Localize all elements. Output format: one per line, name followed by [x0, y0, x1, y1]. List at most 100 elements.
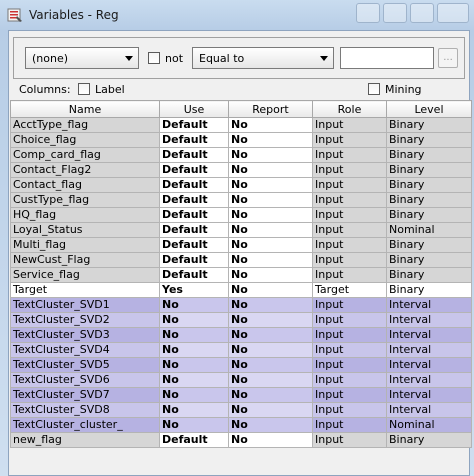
cell-use[interactable]: No: [159, 297, 229, 313]
not-checkbox[interactable]: [148, 52, 160, 64]
cell-level: Binary: [386, 282, 472, 298]
cell-use[interactable]: No: [159, 327, 229, 343]
table-row[interactable]: HQ_flag Default No Input Binary: [10, 207, 472, 223]
cell-report[interactable]: No: [228, 117, 313, 133]
table-row[interactable]: TextCluster_SVD5 No No Input Interval: [10, 357, 472, 373]
table-row[interactable]: Multi_flag Default No Input Binary: [10, 237, 472, 253]
table-row[interactable]: Choice_flag Default No Input Binary: [10, 132, 472, 148]
table-row[interactable]: Service_flag Default No Input Binary: [10, 267, 472, 283]
cell-use[interactable]: Default: [159, 147, 229, 163]
header-report[interactable]: Report: [228, 100, 313, 118]
cell-report[interactable]: No: [228, 387, 313, 403]
header-name[interactable]: Name: [10, 100, 160, 118]
table-row[interactable]: Loyal_Status Default No Input Nominal: [10, 222, 472, 238]
table-row[interactable]: new_flag Default No Input Binary: [10, 432, 472, 448]
columns-label: Columns:: [19, 83, 71, 96]
cell-report[interactable]: No: [228, 207, 313, 223]
table-row[interactable]: TextCluster_SVD3 No No Input Interval: [10, 327, 472, 343]
cell-use[interactable]: Yes: [159, 282, 229, 298]
cell-report[interactable]: No: [228, 282, 313, 298]
table-row[interactable]: Contact_Flag2 Default No Input Binary: [10, 162, 472, 178]
cell-use[interactable]: No: [159, 312, 229, 328]
cell-name: Choice_flag: [10, 132, 160, 148]
table-row[interactable]: TextCluster_SVD1 No No Input Interval: [10, 297, 472, 313]
header-level[interactable]: Level: [386, 100, 472, 118]
cell-use[interactable]: Default: [159, 162, 229, 178]
cell-use[interactable]: No: [159, 357, 229, 373]
cell-name: TextCluster_SVD2: [10, 312, 160, 328]
cell-report[interactable]: No: [228, 177, 313, 193]
cell-report[interactable]: No: [228, 132, 313, 148]
restore-button[interactable]: [410, 3, 434, 23]
cell-role: Input: [312, 162, 387, 178]
cell-report[interactable]: No: [228, 417, 313, 433]
cell-report[interactable]: No: [228, 162, 313, 178]
table-row[interactable]: NewCust_Flag Default No Input Binary: [10, 252, 472, 268]
table-row[interactable]: Comp_card_flag Default No Input Binary: [10, 147, 472, 163]
table-body: AcctType_flag Default No Input Binary Choice…: [10, 117, 472, 448]
cell-use[interactable]: Default: [159, 267, 229, 283]
cell-name: TextCluster_SVD1: [10, 297, 160, 313]
header-role[interactable]: Role: [312, 100, 387, 118]
cell-role: Input: [312, 297, 387, 313]
title-bar[interactable]: Variables - Reg: [0, 0, 474, 30]
close-button[interactable]: [437, 3, 469, 23]
minimize-button[interactable]: [356, 3, 380, 23]
cell-report[interactable]: No: [228, 402, 313, 418]
cell-report[interactable]: No: [228, 237, 313, 253]
cell-use[interactable]: Default: [159, 222, 229, 238]
cell-report[interactable]: No: [228, 357, 313, 373]
cell-report[interactable]: No: [228, 432, 313, 448]
cell-report[interactable]: No: [228, 192, 313, 208]
cell-use[interactable]: Default: [159, 207, 229, 223]
table-row[interactable]: TextCluster_SVD7 No No Input Interval: [10, 387, 472, 403]
cell-use[interactable]: No: [159, 417, 229, 433]
cell-use[interactable]: Default: [159, 192, 229, 208]
table-row[interactable]: Contact_flag Default No Input Binary: [10, 177, 472, 193]
chevron-down-icon: [125, 56, 133, 61]
cell-name: new_flag: [10, 432, 160, 448]
cell-name: TextCluster_SVD5: [10, 357, 160, 373]
table-row[interactable]: TextCluster_cluster_ No No Input Nominal: [10, 417, 472, 433]
cell-report[interactable]: No: [228, 312, 313, 328]
cell-report[interactable]: No: [228, 267, 313, 283]
cell-role: Input: [312, 252, 387, 268]
table-row[interactable]: TextCluster_SVD6 No No Input Interval: [10, 372, 472, 388]
table-row[interactable]: AcctType_flag Default No Input Binary: [10, 117, 472, 133]
cell-name: Target: [10, 282, 160, 298]
cell-use[interactable]: Default: [159, 252, 229, 268]
table-row[interactable]: Target Yes No Target Binary: [10, 282, 472, 298]
operator-select[interactable]: Equal to: [192, 47, 334, 69]
header-use[interactable]: Use: [159, 100, 229, 118]
cell-name: Multi_flag: [10, 237, 160, 253]
cell-use[interactable]: No: [159, 387, 229, 403]
cell-report[interactable]: No: [228, 147, 313, 163]
cell-report[interactable]: No: [228, 342, 313, 358]
cell-report[interactable]: No: [228, 297, 313, 313]
cell-report[interactable]: No: [228, 372, 313, 388]
cell-use[interactable]: No: [159, 372, 229, 388]
filter-value-input[interactable]: [340, 47, 434, 69]
cell-use[interactable]: Default: [159, 132, 229, 148]
table-row[interactable]: TextCluster_SVD2 No No Input Interval: [10, 312, 472, 328]
table-row[interactable]: TextCluster_SVD4 No No Input Interval: [10, 342, 472, 358]
table-row[interactable]: TextCluster_SVD8 No No Input Interval: [10, 402, 472, 418]
cell-report[interactable]: No: [228, 252, 313, 268]
cell-use[interactable]: Default: [159, 117, 229, 133]
mining-checkbox[interactable]: [368, 83, 380, 95]
maximize-button[interactable]: [383, 3, 407, 23]
column-filter-select[interactable]: (none): [25, 47, 139, 69]
cell-report[interactable]: No: [228, 327, 313, 343]
label-checkbox[interactable]: [78, 83, 90, 95]
cell-report[interactable]: No: [228, 222, 313, 238]
cell-use[interactable]: Default: [159, 432, 229, 448]
cell-use[interactable]: No: [159, 342, 229, 358]
cell-level: Nominal: [386, 417, 472, 433]
cell-use[interactable]: No: [159, 402, 229, 418]
table-row[interactable]: CustType_flag Default No Input Binary: [10, 192, 472, 208]
cell-use[interactable]: Default: [159, 237, 229, 253]
cell-use[interactable]: Default: [159, 177, 229, 193]
cell-name: Contact_Flag2: [10, 162, 160, 178]
ellipsis-button[interactable]: ...: [438, 48, 458, 68]
cell-name: TextCluster_SVD6: [10, 372, 160, 388]
